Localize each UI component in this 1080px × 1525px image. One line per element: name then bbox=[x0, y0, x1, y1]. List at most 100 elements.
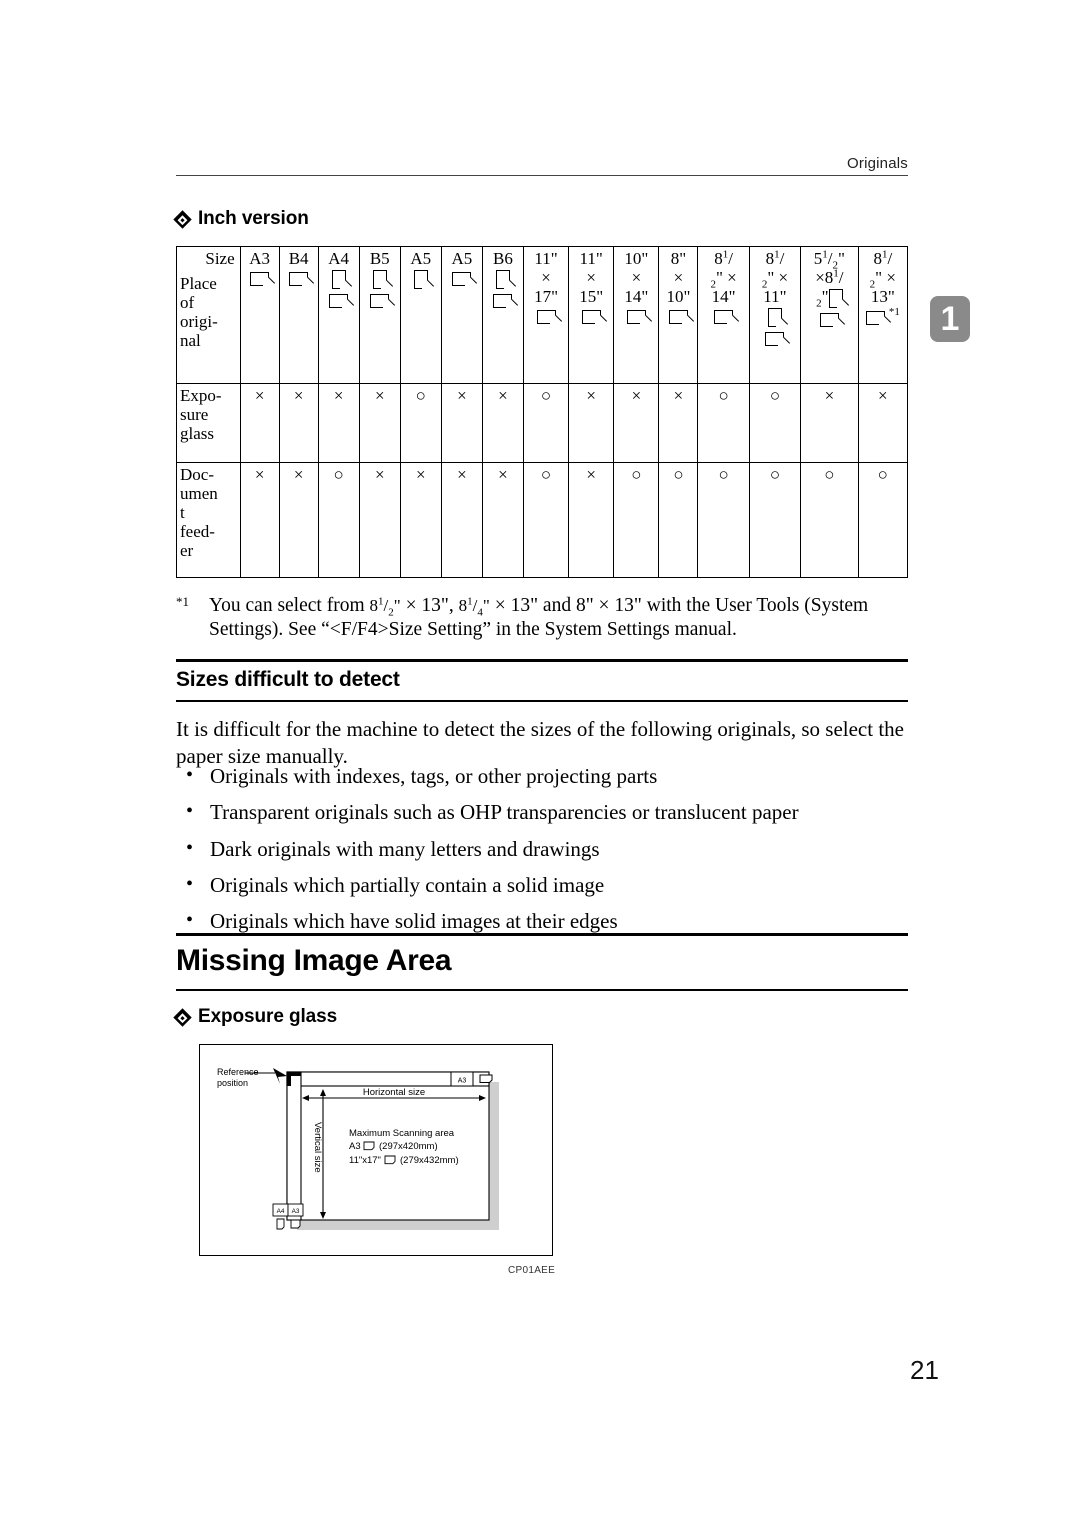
row-label-document-feeder: Doc-umen t feed-er bbox=[176, 462, 241, 578]
row-label-size-place: Size Place of origi-nal bbox=[176, 246, 241, 384]
footnote-marker: *1 bbox=[176, 594, 189, 609]
footnote-ref: *1 bbox=[888, 306, 900, 319]
col-head-8x10: 8" × 10" bbox=[658, 246, 699, 384]
running-head-text: Originals bbox=[847, 155, 908, 172]
sizes-bullet-list: • Originals with indexes, tags, or other… bbox=[176, 763, 912, 944]
paper-landscape-icon bbox=[445, 269, 479, 287]
col-label-a3: A3 bbox=[249, 249, 271, 268]
paper-landscape-icon bbox=[617, 307, 655, 325]
paper-landscape-icon bbox=[572, 307, 610, 325]
cell-expo-10: × bbox=[658, 383, 699, 463]
cell-expo-7: ○ bbox=[522, 383, 570, 463]
max-scanning-area-inch: 11"x17" bbox=[349, 1155, 381, 1166]
col-head-a5-landscape: A5 bbox=[440, 246, 483, 384]
col-head-b5: B5 bbox=[358, 246, 401, 384]
paper-portrait-icon bbox=[322, 269, 356, 290]
col-head-8half-x-14: 81/ 2" × 14" bbox=[697, 246, 750, 384]
col-head-11x15: 11" × 15" bbox=[568, 246, 615, 384]
tag-a3-top-label: A3 bbox=[458, 1078, 467, 1085]
bullet-dot-icon: • bbox=[186, 800, 194, 823]
cell-expo-1: × bbox=[278, 383, 319, 463]
cell-expo-6: × bbox=[481, 383, 524, 463]
running-header: Originals bbox=[176, 155, 908, 176]
footnote-text: You can select from 81/2" × 13", 81/4" ×… bbox=[209, 595, 869, 640]
col-head-5half-x-8half: 51/2" ×81/ 2" bbox=[800, 246, 859, 384]
cell-doc-9: ○ bbox=[613, 462, 660, 578]
cell-doc-1: × bbox=[278, 462, 319, 578]
left-scale-strip bbox=[286, 1071, 302, 1221]
col-label-a4: A4 bbox=[328, 249, 350, 268]
max-scanning-area-a3-dims: (297x420mm) bbox=[379, 1141, 438, 1152]
col-label-a5-landscape: A5 bbox=[451, 249, 473, 268]
cell-doc-5: × bbox=[440, 462, 483, 578]
paper-landscape-icon bbox=[804, 310, 854, 328]
label-place-of-original: Place of origi-nal bbox=[180, 274, 218, 351]
cell-expo-12: ○ bbox=[748, 383, 802, 463]
paper-landscape-icon bbox=[384, 1155, 396, 1165]
list-item-label: Originals which partially contain a soli… bbox=[210, 872, 605, 897]
paper-landscape-icon bbox=[701, 307, 745, 325]
heading-exposure-glass: Exposure glass bbox=[173, 1006, 338, 1028]
cell-expo-8: × bbox=[568, 383, 615, 463]
list-item-label: Transparent originals such as OHP transp… bbox=[210, 800, 799, 825]
bullet-dot-icon: • bbox=[186, 764, 194, 786]
diamond-bullet-icon bbox=[173, 1007, 192, 1027]
rule-below-sizes-heading bbox=[176, 700, 908, 702]
tag-a3-bottom-label: A3 bbox=[292, 1208, 300, 1215]
paper-portrait-icon bbox=[404, 269, 438, 290]
cell-doc-11: ○ bbox=[697, 462, 750, 578]
heading-exposure-glass-label: Exposure glass bbox=[198, 1006, 338, 1027]
cell-doc-8: × bbox=[568, 462, 615, 578]
cell-expo-3: × bbox=[358, 383, 401, 463]
chapter-tab: 1 bbox=[930, 296, 970, 342]
col-head-b6: B6 bbox=[481, 246, 524, 384]
paper-portrait-icon bbox=[276, 1218, 285, 1230]
cell-doc-14: ○ bbox=[857, 462, 909, 578]
heading-inch-version-label: Inch version bbox=[198, 208, 309, 229]
paper-landscape-icon bbox=[244, 269, 276, 287]
cell-doc-4: × bbox=[399, 462, 442, 578]
col-label-b4: B4 bbox=[288, 249, 309, 268]
bullet-dot-icon: • bbox=[186, 836, 194, 859]
paper-landscape-icon bbox=[486, 291, 520, 309]
list-item: • Originals which partially contain a so… bbox=[176, 872, 912, 899]
table-row-document-feeder: Doc-umen t feed-er × × ○ × × × × ○ × ○ ○ ○… bbox=[176, 462, 909, 578]
cell-doc-13: ○ bbox=[800, 462, 859, 578]
col-label-a5-portrait: A5 bbox=[410, 249, 432, 268]
list-item: • Dark originals with many letters and d… bbox=[176, 836, 912, 863]
cell-expo-9: × bbox=[613, 383, 660, 463]
footnote: *1 You can select from 81/2" × 13", 81/4… bbox=[176, 594, 908, 642]
paper-landscape-icon bbox=[290, 1219, 301, 1229]
row-label-exposure-glass: Expo-sure glass bbox=[176, 383, 241, 463]
cell-doc-0: × bbox=[239, 462, 280, 578]
cell-doc-12: ○ bbox=[748, 462, 802, 578]
col-head-a5-portrait: A5 bbox=[399, 246, 442, 384]
cell-doc-3: × bbox=[358, 462, 401, 578]
col-head-8half-x-11: 81/ 2" × 11" bbox=[748, 246, 802, 384]
cell-doc-2: ○ bbox=[317, 462, 360, 578]
heading-missing-image-area: Missing Image Area bbox=[176, 944, 452, 977]
cell-expo-0: × bbox=[239, 383, 280, 463]
sizes-intro-paragraph: It is difficult for the machine to detec… bbox=[176, 717, 904, 768]
list-item-label: Originals with indexes, tags, or other p… bbox=[210, 764, 658, 788]
list-item-label: Dark originals with many letters and dra… bbox=[210, 836, 600, 861]
table-header-row: Size Place of origi-nal A3 B4 A4 B5 A5 A… bbox=[176, 246, 909, 384]
table-row-exposure-glass: Expo-sure glass × × × × ○ × × ○ × × × ○ ○… bbox=[176, 383, 909, 463]
max-scanning-area-a3: A3 bbox=[349, 1141, 361, 1152]
page-number: 21 bbox=[910, 1355, 939, 1385]
label-size: Size bbox=[205, 249, 235, 268]
cell-expo-11: ○ bbox=[697, 383, 750, 463]
col-head-b4: B4 bbox=[278, 246, 319, 384]
paper-landscape-icon bbox=[322, 291, 356, 309]
cell-expo-13: × bbox=[800, 383, 859, 463]
cell-expo-14: × bbox=[857, 383, 909, 463]
header-rule bbox=[176, 175, 908, 176]
paper-landscape-icon bbox=[283, 269, 315, 287]
reference-position-label-line2: position bbox=[217, 1078, 248, 1088]
paper-landscape-icon bbox=[662, 307, 694, 325]
paper-portrait-icon bbox=[486, 269, 520, 290]
paper-portrait-icon bbox=[828, 287, 843, 308]
list-item: • Originals with indexes, tags, or other… bbox=[176, 763, 912, 790]
size-table-container: Size Place of origi-nal A3 B4 A4 B5 A5 A… bbox=[176, 246, 909, 578]
paper-portrait-icon bbox=[363, 269, 397, 290]
